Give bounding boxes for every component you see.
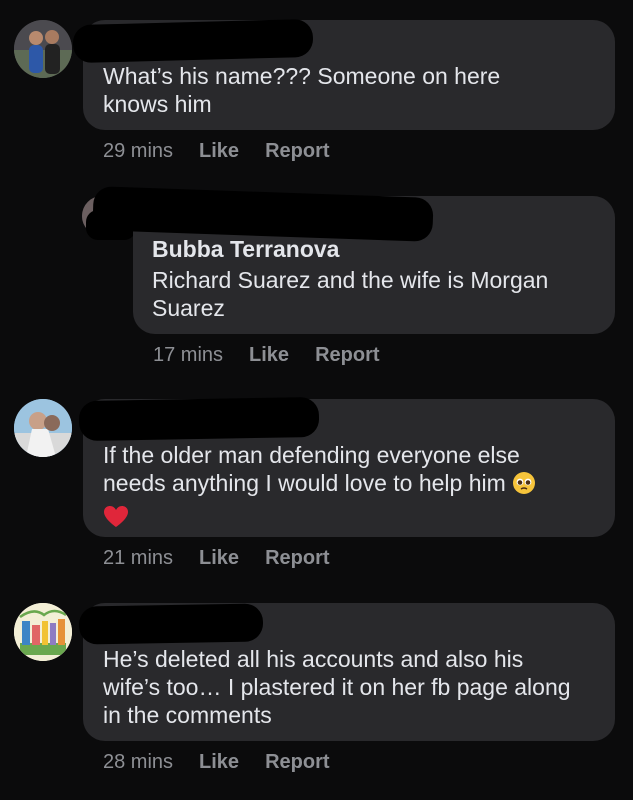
comments-thread: What’s his name??? Someone on here knows… xyxy=(0,0,633,800)
comment-text: He’s deleted all his accounts and also h… xyxy=(103,646,571,728)
report-button[interactable]: Report xyxy=(265,140,329,163)
comment-timestamp: 28 mins xyxy=(103,751,174,773)
avatar[interactable] xyxy=(14,20,72,78)
faith-avatar-icon xyxy=(14,603,72,661)
like-button[interactable]: Like xyxy=(249,344,289,367)
avatar-photo-icon xyxy=(14,399,72,457)
redacted-author-name xyxy=(78,603,264,645)
like-button[interactable]: Like xyxy=(199,751,239,774)
redacted-author-name xyxy=(78,396,320,442)
redacted-author-name xyxy=(72,18,314,64)
comment-meta: 17 mins Like Report xyxy=(153,344,380,367)
avatar-photo-icon xyxy=(14,20,72,78)
report-button[interactable]: Report xyxy=(315,344,379,367)
comment-bubble: If the older man defending everyone else… xyxy=(78,396,615,537)
comment-timestamp: 29 mins xyxy=(103,140,174,162)
comment-author[interactable]: Bubba Terranova xyxy=(152,236,339,263)
like-button[interactable]: Like xyxy=(199,547,239,570)
comment-bubble: What’s his name??? Someone on here knows… xyxy=(72,18,615,130)
comment-timestamp: 17 mins xyxy=(153,344,224,366)
avatar[interactable] xyxy=(14,399,72,457)
redacted-text xyxy=(92,186,434,242)
comment-text-body: If the older man defending everyone else… xyxy=(103,442,520,496)
comment-bubble: He’s deleted all his accounts and also h… xyxy=(78,603,615,741)
reply-bubble: Bubba Terranova Richard Suarez and the w… xyxy=(92,186,615,334)
comment-meta: 28 mins Like Report xyxy=(103,751,330,774)
comment-text: Richard Suarez and the wife is Morgan Su… xyxy=(152,267,549,321)
comment-text: If the older man defending everyone else… xyxy=(103,441,588,535)
report-button[interactable]: Report xyxy=(265,751,329,774)
report-button[interactable]: Report xyxy=(265,547,329,570)
red-heart-icon xyxy=(103,505,129,535)
comment-timestamp: 21 mins xyxy=(103,547,174,569)
comment-meta: 21 mins Like Report xyxy=(103,547,330,570)
comment-text: What’s his name??? Someone on here knows… xyxy=(103,63,501,117)
comment-meta: 29 mins Like Report xyxy=(103,140,330,163)
avatar[interactable] xyxy=(14,603,72,661)
pleading-face-icon xyxy=(512,471,536,501)
like-button[interactable]: Like xyxy=(199,140,239,163)
